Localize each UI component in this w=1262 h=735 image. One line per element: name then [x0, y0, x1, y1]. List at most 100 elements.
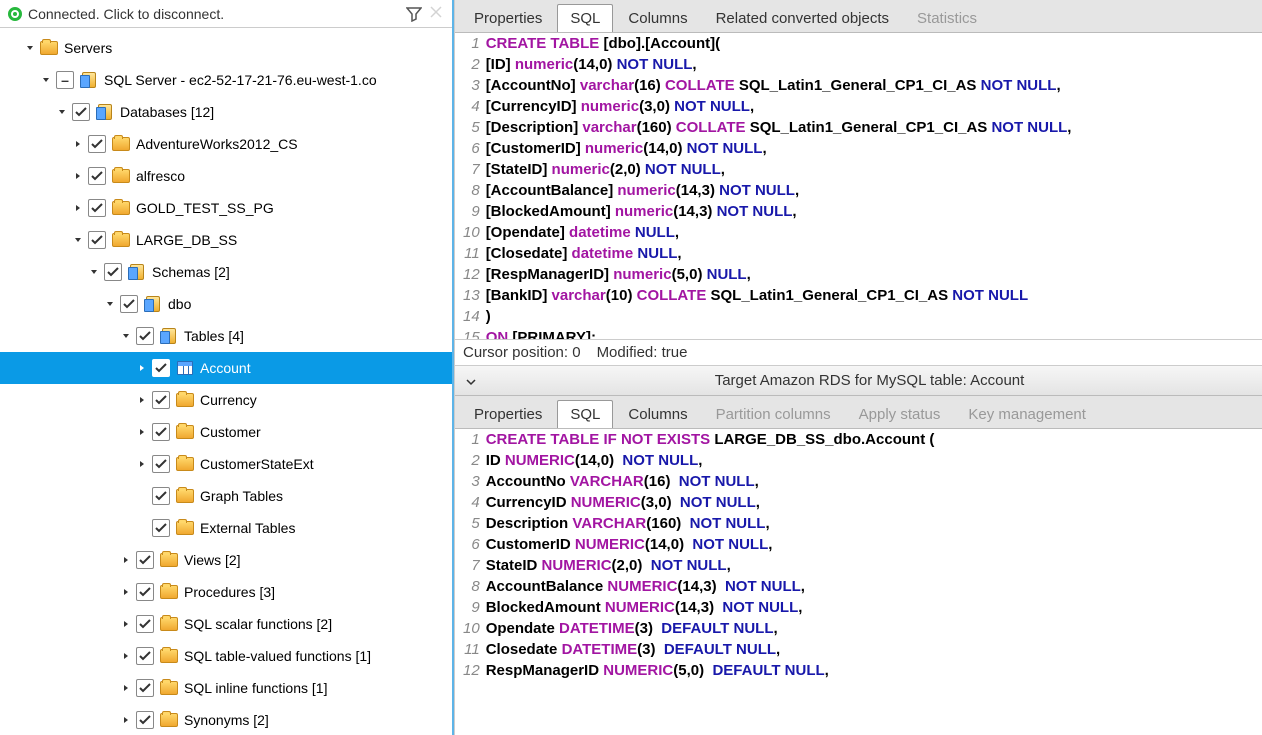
- expand-icon[interactable]: [120, 554, 132, 566]
- tree-server[interactable]: SQL Server - ec2-52-17-21-76.eu-west-1.c…: [0, 64, 452, 96]
- tree-folder-External-Tables[interactable]: External Tables: [0, 512, 452, 544]
- expand-icon[interactable]: [136, 522, 148, 534]
- collapse-icon[interactable]: [72, 234, 84, 246]
- tree-checkbox[interactable]: [104, 263, 122, 281]
- tree-label: External Tables: [200, 520, 295, 536]
- expand-icon[interactable]: [136, 426, 148, 438]
- tree-servers[interactable]: Servers: [0, 32, 452, 64]
- tree-sql[interactable]: SQL table-valued functions [1]: [0, 640, 452, 672]
- tree-checkbox[interactable]: [136, 551, 154, 569]
- expand-icon[interactable]: [120, 586, 132, 598]
- tree-table-Customer[interactable]: Customer: [0, 416, 452, 448]
- tree-synonyms[interactable]: Synonyms [2]: [0, 704, 452, 735]
- table-icon: [176, 359, 194, 377]
- tree-checkbox[interactable]: [56, 71, 74, 89]
- tree-procedures[interactable]: Procedures [3]: [0, 576, 452, 608]
- expand-icon[interactable]: [136, 362, 148, 374]
- tree-table-CustomerStateExt[interactable]: CustomerStateExt: [0, 448, 452, 480]
- tree-label: SQL Server - ec2-52-17-21-76.eu-west-1.c…: [104, 72, 377, 88]
- tree-checkbox[interactable]: [136, 327, 154, 345]
- filter-icon[interactable]: [406, 6, 422, 22]
- tree-table-Account[interactable]: Account: [0, 352, 452, 384]
- collapse-icon[interactable]: [120, 330, 132, 342]
- collapse-icon[interactable]: [104, 298, 116, 310]
- tree-checkbox[interactable]: [136, 615, 154, 633]
- tree-schema-dbo[interactable]: dbo: [0, 288, 452, 320]
- expand-icon[interactable]: [72, 170, 84, 182]
- collapse-icon[interactable]: [56, 106, 68, 118]
- folder-icon: [112, 135, 130, 153]
- tree-checkbox[interactable]: [88, 135, 106, 153]
- tree-schemas[interactable]: Schemas [2]: [0, 256, 452, 288]
- connection-bar[interactable]: Connected. Click to disconnect.: [0, 0, 452, 28]
- tree-checkbox[interactable]: [136, 583, 154, 601]
- databases-icon: [96, 103, 114, 121]
- tree-checkbox[interactable]: [152, 519, 170, 537]
- expand-icon[interactable]: [136, 394, 148, 406]
- tree-label: Views [2]: [184, 552, 241, 568]
- tree-checkbox[interactable]: [136, 711, 154, 729]
- expand-icon[interactable]: [72, 138, 84, 150]
- collapse-icon[interactable]: [88, 266, 100, 278]
- tab-columns[interactable]: Columns: [615, 4, 700, 32]
- expand-icon[interactable]: [136, 458, 148, 470]
- modified-flag: Modified: true: [597, 344, 688, 361]
- tree-label: Account: [200, 360, 251, 376]
- folder-icon: [160, 679, 178, 697]
- tree-views[interactable]: Views [2]: [0, 544, 452, 576]
- tree-checkbox[interactable]: [136, 679, 154, 697]
- folder-icon: [112, 231, 130, 249]
- expand-icon[interactable]: [120, 618, 132, 630]
- target-section-header[interactable]: Target Amazon RDS for MySQL table: Accou…: [455, 366, 1262, 396]
- tree-checkbox[interactable]: [152, 391, 170, 409]
- schema-icon: [144, 295, 162, 313]
- tree-checkbox[interactable]: [152, 359, 170, 377]
- tree-folder-Graph-Tables[interactable]: Graph Tables: [0, 480, 452, 512]
- tree-table-Currency[interactable]: Currency: [0, 384, 452, 416]
- expand-icon[interactable]: [136, 490, 148, 502]
- tree-sql[interactable]: SQL inline functions [1]: [0, 672, 452, 704]
- tree-label: Schemas [2]: [152, 264, 230, 280]
- source-sql-editor[interactable]: 123456789101112131415 CREATE TABLE [dbo]…: [455, 33, 1262, 339]
- tree-label: Tables [4]: [184, 328, 244, 344]
- tree-db-GOLD_TEST_SS_PG[interactable]: GOLD_TEST_SS_PG: [0, 192, 452, 224]
- tab-columns[interactable]: Columns: [615, 400, 700, 428]
- object-tree[interactable]: Servers SQL Server - ec2-52-17-21-76.eu-w…: [0, 28, 452, 735]
- connection-status-text: Connected. Click to disconnect.: [28, 6, 400, 22]
- tab-related-converted-objects[interactable]: Related converted objects: [703, 4, 902, 32]
- tab-sql[interactable]: SQL: [557, 4, 613, 32]
- expand-icon[interactable]: [120, 682, 132, 694]
- folder-icon: [176, 519, 194, 537]
- tree-tables[interactable]: Tables [4]: [0, 320, 452, 352]
- tree-checkbox[interactable]: [152, 487, 170, 505]
- tab-properties[interactable]: Properties: [461, 400, 555, 428]
- tab-properties[interactable]: Properties: [461, 4, 555, 32]
- tree-checkbox[interactable]: [72, 103, 90, 121]
- tree-checkbox[interactable]: [136, 647, 154, 665]
- tree-db-LARGE_DB_SS[interactable]: LARGE_DB_SS: [0, 224, 452, 256]
- expand-icon[interactable]: [72, 202, 84, 214]
- tree-db-alfresco[interactable]: alfresco: [0, 160, 452, 192]
- tree-checkbox[interactable]: [88, 167, 106, 185]
- collapse-icon[interactable]: [40, 74, 52, 86]
- expand-icon[interactable]: [120, 714, 132, 726]
- tree-databases[interactable]: Databases [12]: [0, 96, 452, 128]
- table-icon: [176, 423, 194, 441]
- collapse-icon[interactable]: [24, 42, 36, 54]
- tree-label: SQL table-valued functions [1]: [184, 648, 371, 664]
- tree-checkbox[interactable]: [88, 231, 106, 249]
- expand-icon[interactable]: [120, 650, 132, 662]
- tab-partition-columns: Partition columns: [703, 400, 844, 428]
- tree-checkbox[interactable]: [88, 199, 106, 217]
- tree-checkbox[interactable]: [120, 295, 138, 313]
- tree-sql[interactable]: SQL scalar functions [2]: [0, 608, 452, 640]
- tree-db-AdventureWorks2012_CS[interactable]: AdventureWorks2012_CS: [0, 128, 452, 160]
- tab-statistics: Statistics: [904, 4, 990, 32]
- tree-checkbox[interactable]: [152, 423, 170, 441]
- target-sql-editor[interactable]: 123456789101112 CREATE TABLE IF NOT EXIS…: [455, 429, 1262, 735]
- tab-apply-status: Apply status: [846, 400, 954, 428]
- tab-sql[interactable]: SQL: [557, 400, 613, 428]
- tree-label: LARGE_DB_SS: [136, 232, 237, 248]
- tree-checkbox[interactable]: [152, 455, 170, 473]
- tab-key-management: Key management: [955, 400, 1099, 428]
